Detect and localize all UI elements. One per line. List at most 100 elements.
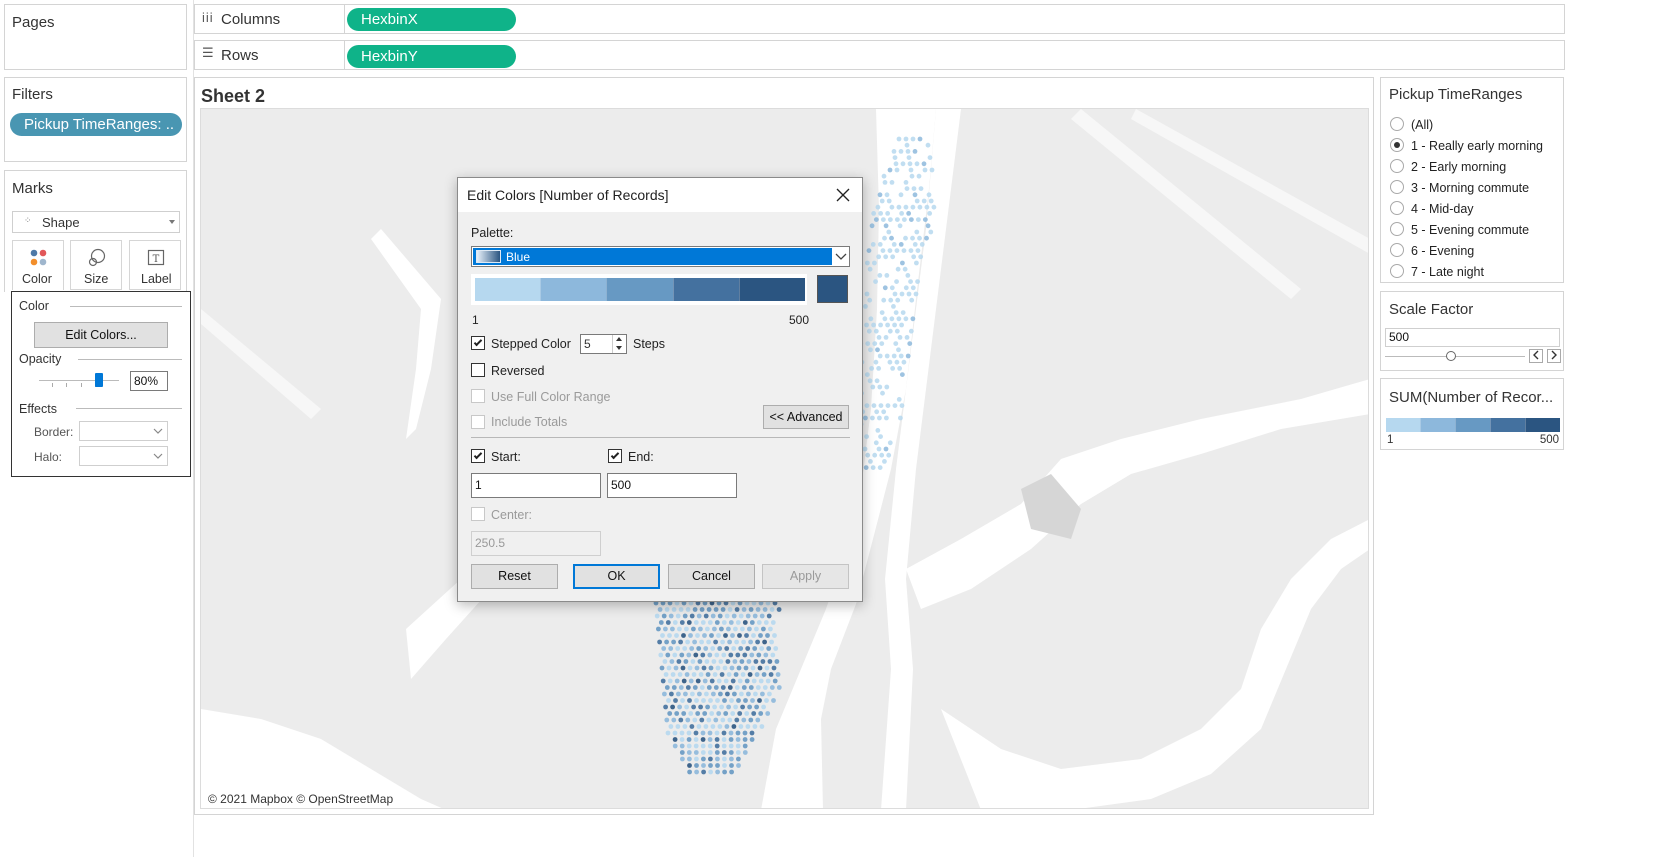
rows-pill-hexbiny[interactable]: HexbinY — [347, 45, 516, 68]
end-input[interactable]: 500 — [607, 473, 737, 498]
divider — [471, 437, 850, 438]
sheet-title: Sheet 2 — [201, 86, 266, 106]
hexbin-mark — [912, 192, 918, 198]
columns-pill-hexbinx[interactable]: HexbinX — [347, 8, 516, 31]
hexbin-mark — [770, 620, 776, 625]
pickup-option-label[interactable]: 6 - Evening — [1411, 244, 1474, 258]
hexbin-mark — [875, 347, 880, 353]
hexbin-mark — [661, 646, 667, 651]
mark-type-dropdown[interactable]: ⁘ Shape — [12, 211, 180, 233]
hexbin-mark — [698, 672, 704, 677]
stepped-color-checkbox[interactable] — [471, 336, 485, 350]
start-input[interactable]: 1 — [471, 473, 601, 498]
include-totals-checkbox[interactable] — [471, 415, 485, 429]
pickup-option-radio[interactable] — [1390, 117, 1404, 131]
hexbin-mark — [865, 452, 871, 458]
pickup-option-label[interactable]: 2 - Early morning — [1411, 160, 1506, 174]
hexbin-mark — [863, 415, 868, 421]
pickup-option-label[interactable]: (All) — [1411, 118, 1433, 132]
hexbin-mark — [659, 665, 665, 671]
hexbin-mark — [751, 711, 757, 716]
scale-factor-slider[interactable] — [1385, 351, 1525, 363]
edit-colors-button[interactable]: Edit Colors... — [34, 322, 168, 348]
pickup-option-radio[interactable] — [1390, 159, 1404, 173]
scale-factor-slider-thumb[interactable] — [1446, 351, 1456, 361]
pickup-option-label[interactable]: 4 - Mid-day — [1411, 202, 1474, 216]
hexbin-mark — [729, 665, 735, 671]
center-input[interactable]: 250.5 — [471, 531, 601, 556]
cancel-button[interactable]: Cancel — [668, 564, 755, 589]
marks-size-button[interactable]: Size — [70, 240, 122, 290]
hexbin-mark — [727, 607, 733, 612]
pickup-option-radio[interactable] — [1390, 138, 1404, 152]
end-color-swatch[interactable] — [817, 275, 848, 303]
hexbin-mark — [922, 217, 928, 222]
hexbin-mark — [896, 204, 902, 210]
hexbin-mark — [896, 347, 901, 353]
opacity-slider[interactable] — [39, 372, 119, 388]
hexbin-mark — [910, 316, 916, 322]
advanced-button[interactable]: << Advanced — [763, 405, 849, 429]
hexbin-mark — [882, 235, 887, 241]
color-legend-ramp[interactable] — [1386, 418, 1560, 432]
scale-factor-increment-button[interactable] — [1547, 349, 1561, 363]
hexbin-mark — [900, 260, 905, 266]
steps-stepper[interactable]: 5 — [580, 334, 627, 354]
end-checkbox[interactable] — [608, 449, 622, 463]
reset-button[interactable]: Reset — [471, 564, 558, 589]
hexbin-mark — [862, 446, 868, 452]
marks-label-button[interactable]: T Label — [129, 240, 181, 290]
scale-factor-input[interactable]: 500 — [1385, 328, 1560, 347]
dialog-titlebar: Edit Colors [Number of Records] — [458, 178, 862, 212]
color-ramp[interactable] — [475, 278, 806, 301]
pickup-option-radio[interactable] — [1390, 180, 1404, 194]
palette-dropdown[interactable]: Blue — [471, 246, 850, 267]
scale-factor-decrement-button[interactable] — [1529, 349, 1543, 363]
hexbin-mark — [679, 730, 685, 736]
hexbin-mark — [670, 704, 675, 710]
close-icon[interactable] — [836, 188, 850, 202]
center-checkbox[interactable] — [471, 507, 485, 521]
pickup-option-label[interactable]: 3 - Morning commute — [1411, 181, 1529, 195]
apply-button[interactable]: Apply — [762, 564, 849, 589]
hexbin-mark — [899, 322, 904, 328]
border-dropdown[interactable] — [79, 421, 168, 441]
pickup-option-radio[interactable] — [1390, 243, 1404, 257]
pickup-option-radio[interactable] — [1390, 264, 1404, 278]
hexbin-mark — [909, 173, 915, 179]
steps-up-button[interactable] — [612, 335, 626, 344]
hexbin-mark — [664, 717, 670, 723]
pickup-option-label[interactable]: 5 - Evening commute — [1411, 223, 1529, 237]
pickup-option-label[interactable]: 1 - Really early morning — [1411, 139, 1543, 153]
steps-down-button[interactable] — [612, 344, 626, 353]
hexbin-mark — [709, 633, 714, 638]
hexbin-mark — [708, 756, 713, 762]
hexbin-mark — [717, 646, 723, 651]
columns-label: Columns — [221, 11, 281, 28]
hexbin-mark — [870, 415, 875, 421]
start-checkbox[interactable] — [471, 449, 485, 463]
hexbin-mark — [689, 613, 695, 619]
halo-dropdown[interactable] — [79, 446, 168, 466]
color-step — [1525, 418, 1560, 432]
chevron-down-icon — [835, 253, 847, 260]
opacity-slider-thumb[interactable] — [95, 373, 103, 387]
hexbin-mark — [689, 724, 695, 729]
ok-button[interactable]: OK — [573, 564, 660, 589]
pickup-option-radio[interactable] — [1390, 201, 1404, 215]
hexbin-mark — [696, 646, 702, 651]
marks-color-button[interactable]: Color — [12, 240, 64, 290]
filter-pill-pickup-timeranges[interactable]: Pickup TimeRanges: .. — [10, 113, 182, 136]
pickup-option-label[interactable]: 7 - Late night — [1411, 265, 1484, 279]
hexbin-mark — [903, 235, 908, 241]
hexbin-mark — [684, 704, 689, 710]
reversed-checkbox[interactable] — [471, 363, 485, 377]
hexbin-mark — [922, 167, 928, 173]
pickup-option-radio[interactable] — [1390, 222, 1404, 236]
hexbin-mark — [731, 613, 737, 619]
hexbin-mark — [731, 724, 737, 729]
hexbin-mark — [890, 366, 896, 371]
palette-label: Palette: — [471, 226, 514, 240]
opacity-input[interactable]: 80% — [130, 371, 168, 391]
full-color-range-checkbox[interactable] — [471, 389, 485, 403]
